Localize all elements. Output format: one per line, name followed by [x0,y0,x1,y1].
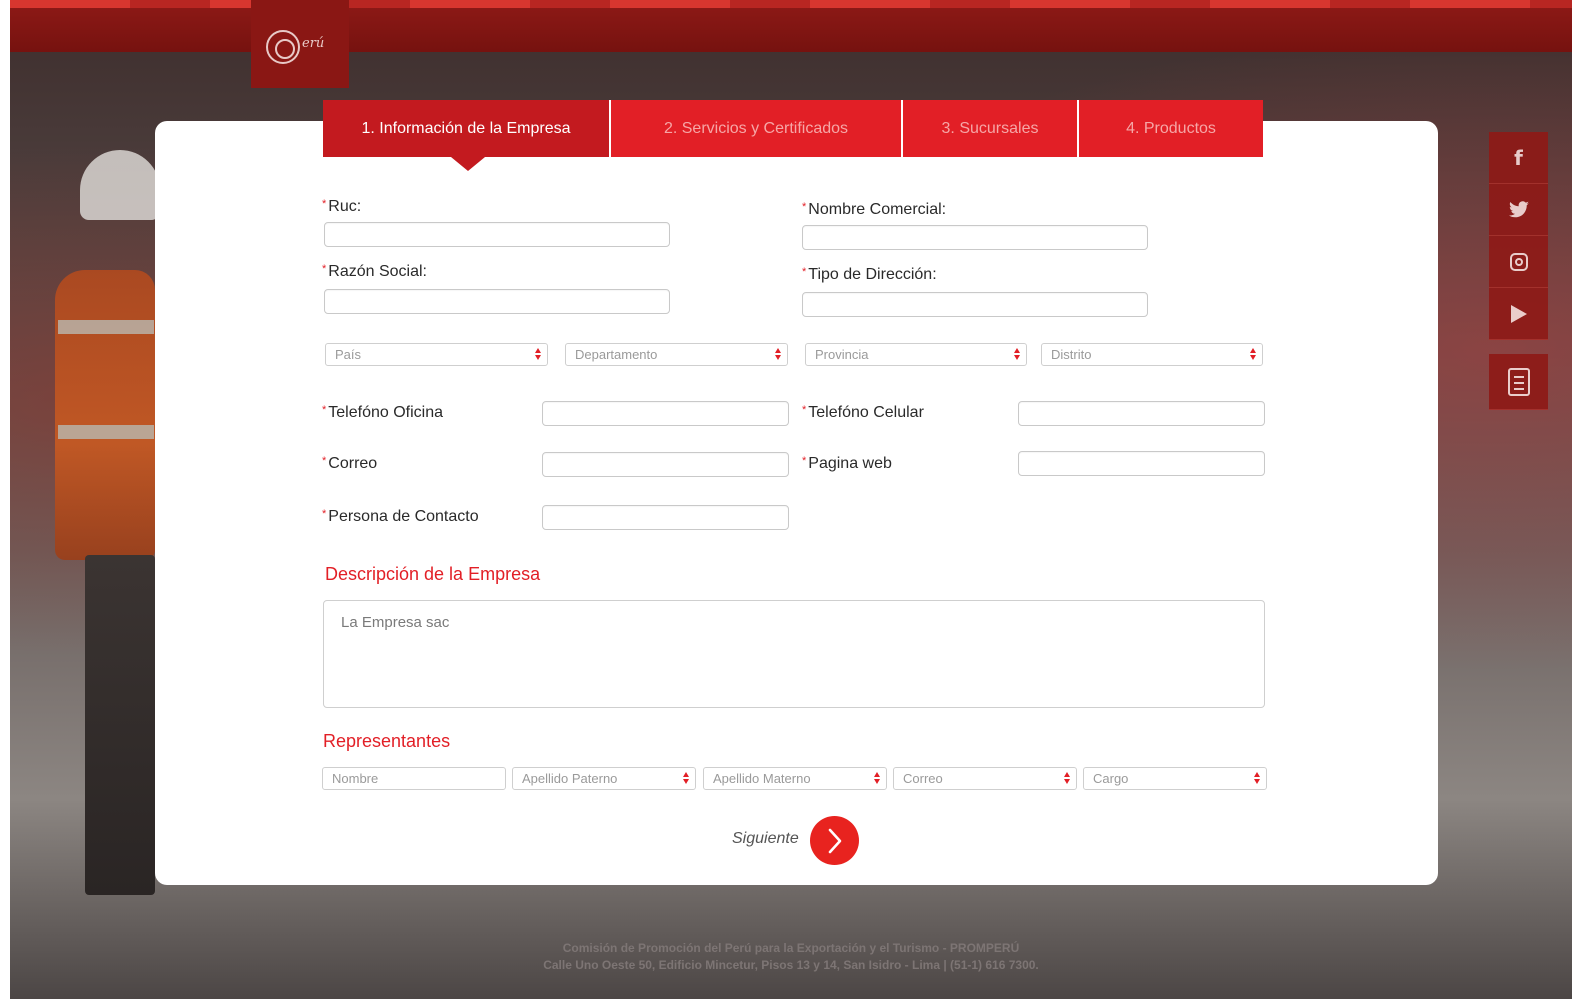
tab-label: 4. Productos [1126,119,1216,137]
tipo-direccion-label: * Tipo de Dirección: [802,266,937,283]
select-arrows-icon [1064,772,1070,785]
worker-vest-image [55,270,155,560]
required-mark: * [322,198,327,210]
telefono-oficina-input[interactable] [542,401,789,426]
twitter-button[interactable] [1489,184,1548,236]
apellido-paterno-select[interactable]: Apellido Paterno [512,767,696,790]
social-sidebar: f [1489,132,1548,410]
telefono-celular-label: * Telefóno Celular [802,404,924,421]
facebook-icon: f [1514,145,1523,170]
checklist-icon [1507,367,1530,396]
page-edge [0,0,10,999]
distrito-select[interactable]: Distrito [1041,343,1263,366]
representante-nombre-input[interactable]: Nombre [322,767,506,790]
nombre-comercial-label: * Nombre Comercial: [802,201,947,218]
ruc-label: * Ruc: [322,198,362,215]
required-mark: * [322,263,327,275]
required-mark: * [322,508,327,520]
required-mark: * [802,266,807,278]
correo-label: * Correo [322,455,378,472]
worker-helmet-image [80,150,160,220]
correo-input[interactable] [542,452,789,477]
select-arrows-icon [1254,772,1260,785]
tipo-direccion-input[interactable] [802,292,1148,317]
required-mark: * [802,455,807,467]
vest-stripe [58,320,154,334]
select-arrows-icon [1014,348,1020,361]
descripcion-textarea[interactable]: La Empresa sac [323,600,1265,708]
required-mark: * [322,404,327,416]
apellido-materno-select[interactable]: Apellido Materno [703,767,887,790]
select-arrows-icon [1250,348,1256,361]
instagram-button[interactable] [1489,236,1548,288]
instagram-icon [1509,252,1528,271]
representantes-title: Representantes [323,731,451,751]
youtube-button[interactable] [1489,288,1548,340]
nombre-comercial-input[interactable] [802,225,1148,250]
footer-line-organization: Comisión de Promoción del Perú para la E… [562,941,1020,955]
tab-informacion-empresa[interactable]: 1. Información de la Empresa [323,100,609,171]
descripcion-title: Descripción de la Empresa [325,564,541,584]
select-arrows-icon [874,772,880,785]
persona-contacto-input[interactable] [542,505,789,530]
required-mark: * [322,455,327,467]
step-tabs: 1. Información de la Empresa 2. Servicio… [323,100,1263,171]
select-arrows-icon [683,772,689,785]
required-mark: * [802,201,807,213]
footer-line-address: Calle Uno Oeste 50, Edificio Mincetur, P… [543,958,1039,972]
provincia-select[interactable]: Provincia [805,343,1027,366]
footer: Comisión de Promoción del Perú para la E… [10,940,1572,974]
tab-productos[interactable]: 4. Productos [1077,100,1263,157]
razon-social-label: * Razón Social: [322,263,427,280]
ruc-input[interactable] [324,222,670,247]
razon-social-input[interactable] [324,289,670,314]
play-icon [1510,304,1527,323]
select-arrows-icon [535,348,541,361]
twitter-icon [1508,200,1529,217]
representante-correo-select[interactable]: Correo [893,767,1077,790]
select-arrows-icon [775,348,781,361]
tab-sucursales[interactable]: 3. Sucursales [901,100,1077,157]
required-mark: * [802,404,807,416]
telefono-oficina-label: * Telefóno Oficina [322,404,444,421]
vest-stripe [58,425,154,439]
departamento-select[interactable]: Departamento [565,343,788,366]
pagina-web-input[interactable] [1018,451,1265,476]
telefono-celular-input[interactable] [1018,401,1265,426]
pais-select[interactable]: País [325,343,548,366]
tab-label: 2. Servicios y Certificados [663,119,849,137]
facebook-button[interactable]: f [1489,132,1548,184]
form-list-button[interactable] [1489,354,1548,410]
worker-legs-image [85,555,155,895]
tab-label: 3. Sucursales [941,119,1039,137]
tab-label: 1. Información de la Empresa [361,119,571,137]
cargo-select[interactable]: Cargo [1083,767,1267,790]
tab-servicios-certificados[interactable]: 2. Servicios y Certificados [609,100,901,157]
siguiente-label[interactable]: Siguiente [732,830,799,848]
pagina-web-label: * Pagina web [802,455,892,472]
peru-logo-icon[interactable] [266,30,300,64]
persona-contacto-label: * Persona de Contacto [322,508,479,525]
logo-text: erú [302,36,325,51]
next-button[interactable] [810,816,859,865]
chevron-right-icon [828,828,841,853]
top-banner-decoration [10,0,1572,8]
